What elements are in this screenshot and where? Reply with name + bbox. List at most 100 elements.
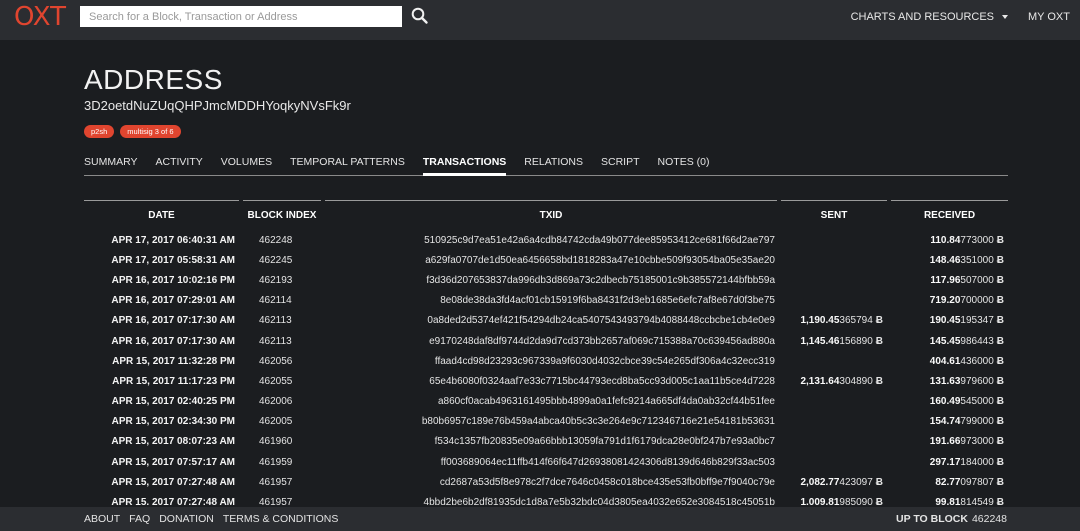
- tab-transactions[interactable]: TRANSACTIONS: [422, 150, 507, 176]
- cell-block-index[interactable]: 462056: [243, 351, 321, 371]
- cell-sent: 1,009.819850901,009.81985090Ƀ: [781, 492, 887, 505]
- table-row[interactable]: APR 15, 2017 07:27:48 AM 461957 4bbd2be6b2…: [84, 492, 1008, 505]
- cell-date: APR 15, 2017 07:57:17 AM: [111, 456, 235, 468]
- address-tabs: SUMMARY ACTIVITY VOLUMES TEMPORAL PATTERNS T…: [84, 150, 1008, 176]
- address-value: 3D2oetdNuZUqQHPJmcMDDHYoqkyNVsFk9r: [84, 98, 351, 113]
- oxt-logo[interactable]: OXT: [14, 2, 66, 32]
- cell-txid[interactable]: 0a8ded2d5374ef421f54294db24ca54075434937…: [325, 311, 777, 331]
- cell-block-index[interactable]: 462114: [243, 291, 321, 311]
- tab-notes-0[interactable]: NOTES (0): [658, 150, 710, 176]
- cell-block-index[interactable]: 462113: [243, 331, 321, 351]
- up-to-block-value[interactable]: 462248: [972, 513, 1007, 525]
- cell-received-int: 719.20: [929, 295, 961, 307]
- cell-block-index[interactable]: 462006: [243, 392, 321, 412]
- top-navbar: OXT CHARTS AND RESOURCES MY OXT: [0, 0, 1080, 40]
- col-received[interactable]: RECEIVED: [891, 200, 1008, 230]
- cell-received-int: 131.63: [929, 375, 961, 387]
- tab-relations[interactable]: RELATIONS: [524, 150, 583, 176]
- table-row[interactable]: APR 16, 2017 10:02:16 PM 462193 f3d36d2076…: [84, 270, 1008, 290]
- cell-sent-int: 1,190.45: [800, 315, 840, 327]
- table-row[interactable]: APR 15, 2017 11:17:23 PM 462055 65e4b6080f…: [84, 371, 1008, 391]
- cell-txid[interactable]: 8e08de38da3fd4acf01cb15919f6ba8431f2d3eb…: [325, 291, 777, 311]
- table-row[interactable]: APR 16, 2017 07:17:30 AM 462113 e9170248da…: [84, 331, 1008, 351]
- footer-link-faq[interactable]: FAQ: [129, 513, 150, 525]
- cell-date: APR 17, 2017 06:40:31 AM: [111, 234, 235, 246]
- footer-link-about[interactable]: ABOUT: [84, 513, 120, 525]
- cell-received-int: 154.74: [929, 416, 961, 428]
- col-sent[interactable]: SENT: [781, 200, 887, 230]
- cell-block-index[interactable]: 462245: [243, 250, 321, 270]
- cell-txid[interactable]: 510925c9d7ea51e42a6a4cdb84742cda49b077de…: [325, 230, 777, 250]
- table-row[interactable]: APR 15, 2017 11:32:28 PM 462056 ffaad4cd98…: [84, 351, 1008, 371]
- cell-txid[interactable]: f534c1357fb20835e09a66bbb13059fa791d1f61…: [325, 432, 777, 452]
- badge-multisig: multisig 3 of 6: [120, 125, 181, 138]
- nav-my-oxt[interactable]: MY OXT: [1028, 11, 1070, 23]
- table-row[interactable]: APR 15, 2017 07:27:48 AM 461957 cd2687a53d…: [84, 472, 1008, 492]
- cell-sent: [781, 351, 887, 371]
- cell-sent: [781, 432, 887, 452]
- col-block-index[interactable]: BLOCK INDEX: [243, 200, 321, 230]
- cell-block-index[interactable]: 461957: [243, 472, 321, 492]
- btc-symbol: Ƀ: [996, 335, 1004, 347]
- search-input[interactable]: [80, 6, 402, 27]
- cell-block-index[interactable]: 461959: [243, 452, 321, 472]
- cell-sent-dec: 365794: [839, 315, 873, 327]
- cell-received-dec: 979600: [960, 375, 994, 387]
- cell-txid[interactable]: e9170248daf8df9744d2da9d7cd373bb2657af06…: [325, 331, 777, 351]
- cell-txid[interactable]: cd2687a53d5f8e978c2f7dce7646c0458c018bce…: [325, 472, 777, 492]
- cell-received-int: 190.45: [929, 315, 961, 327]
- cell-block-index[interactable]: 462193: [243, 270, 321, 290]
- cell-received-dec: 973000: [960, 436, 994, 448]
- table-row[interactable]: APR 17, 2017 05:58:31 AM 462245 a629fa0707…: [84, 250, 1008, 270]
- cell-received-dec: 351000: [960, 254, 994, 266]
- cell-txid[interactable]: ffaad4cd98d23293c967339a9f6030d4032cbce3…: [325, 351, 777, 371]
- table-row[interactable]: APR 15, 2017 08:07:23 AM 461960 f534c1357f…: [84, 432, 1008, 452]
- table-row[interactable]: APR 17, 2017 06:40:31 AM 462248 510925c9d7…: [84, 230, 1008, 250]
- cell-txid[interactable]: f3d36d207653837da996db3d869a73c2dbecb751…: [325, 270, 777, 290]
- cell-block-index[interactable]: 462005: [243, 412, 321, 432]
- cell-txid[interactable]: b80b6957c189e76b459a4abca40b5c3c3e264e9c…: [325, 412, 777, 432]
- search-icon[interactable]: [410, 6, 430, 26]
- btc-symbol: Ƀ: [996, 497, 1004, 505]
- footer-link-terms[interactable]: TERMS & CONDITIONS: [223, 513, 339, 525]
- tab-volumes[interactable]: VOLUMES: [221, 150, 272, 176]
- nav-charts-and-resources[interactable]: CHARTS AND RESOURCES: [851, 11, 1009, 23]
- table-row[interactable]: APR 15, 2017 07:57:17 AM 461959 ff00368906…: [84, 452, 1008, 472]
- cell-received-int: 82.77: [935, 476, 961, 488]
- cell-sent-int: 2,131.64: [800, 375, 840, 387]
- table-row[interactable]: APR 16, 2017 07:29:01 AM 462114 8e08de38da…: [84, 291, 1008, 311]
- btc-symbol: Ƀ: [996, 436, 1004, 448]
- nav-right: CHARTS AND RESOURCES MY OXT: [831, 0, 1070, 33]
- cell-block-index[interactable]: 462248: [243, 230, 321, 250]
- cell-received: 82.7709780782.77097807Ƀ: [891, 472, 1008, 492]
- cell-date: APR 15, 2017 11:17:23 PM: [112, 375, 235, 387]
- btc-symbol: Ƀ: [996, 254, 1004, 266]
- cell-txid[interactable]: 65e4b6080f0324aaf7e33c7715bc44793ecd8ba5…: [325, 371, 777, 391]
- table-row[interactable]: APR 15, 2017 02:34:30 PM 462005 b80b6957c1…: [84, 412, 1008, 432]
- table-header-row: DATE BLOCK INDEX TXID SENT RECEIVED: [84, 200, 1008, 230]
- table-row[interactable]: APR 16, 2017 07:17:30 AM 462113 0a8ded2d53…: [84, 311, 1008, 331]
- col-txid[interactable]: TXID: [325, 200, 777, 230]
- cell-txid[interactable]: a860cf0acab4963161495bbb4899a0a1fefc9214…: [325, 392, 777, 412]
- cell-date: APR 15, 2017 08:07:23 AM: [111, 436, 235, 448]
- cell-block-index[interactable]: 462113: [243, 311, 321, 331]
- tab-temporal-patterns[interactable]: TEMPORAL PATTERNS: [290, 150, 405, 176]
- col-date[interactable]: DATE: [84, 200, 239, 230]
- tab-activity[interactable]: ACTIVITY: [155, 150, 202, 176]
- footer-link-donation[interactable]: DONATION: [159, 513, 214, 525]
- cell-txid[interactable]: ff003689064ec11ffb414f66f647d26938081424…: [325, 452, 777, 472]
- tab-script[interactable]: SCRIPT: [601, 150, 640, 176]
- cell-received-int: 99.81: [935, 497, 961, 505]
- cell-block-index[interactable]: 461960: [243, 432, 321, 452]
- cell-txid[interactable]: 4bbd2be6b2df81935dc1d8a7e5b32bdc04d3805e…: [325, 492, 777, 505]
- cell-txid[interactable]: a629fa0707de1d50ea6456658bd1818283a47e10…: [325, 250, 777, 270]
- tab-summary[interactable]: SUMMARY: [84, 150, 137, 176]
- cell-block-index[interactable]: 461957: [243, 492, 321, 505]
- cell-block-index[interactable]: 462055: [243, 371, 321, 391]
- cell-received-int: 297.17: [929, 456, 961, 468]
- cell-date: APR 15, 2017 02:40:25 PM: [111, 396, 235, 408]
- table-row[interactable]: APR 15, 2017 02:40:25 PM 462006 a860cf0aca…: [84, 392, 1008, 412]
- cell-date: APR 16, 2017 07:29:01 AM: [111, 295, 235, 307]
- up-to-block-label: UP TO BLOCK: [896, 513, 968, 525]
- cell-sent-int: 1,145.46: [800, 335, 840, 347]
